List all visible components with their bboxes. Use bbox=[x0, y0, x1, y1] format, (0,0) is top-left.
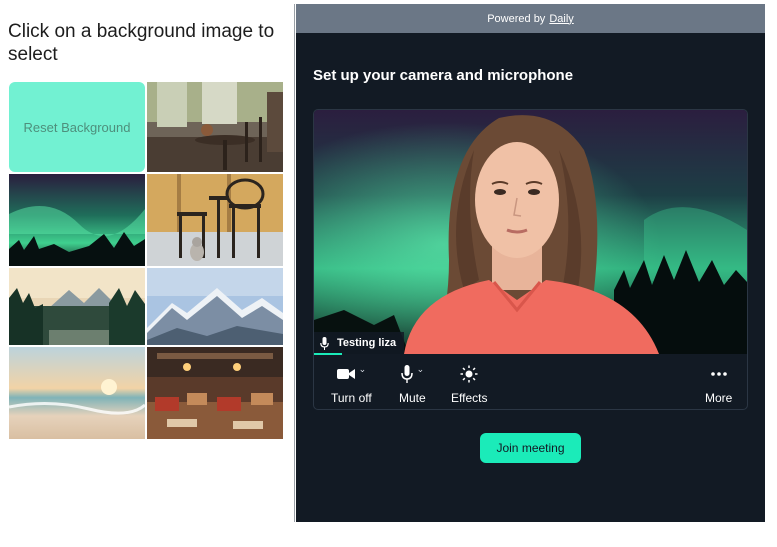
device-controls: ⌄ Turn off ⌄ Mute Effects More bbox=[314, 355, 747, 409]
mute-label: Mute bbox=[399, 391, 426, 405]
participant-name-tag: Testing liza bbox=[314, 332, 405, 354]
camera-toggle-label: Turn off bbox=[331, 391, 372, 405]
background-picker: Click on a background image to select Re… bbox=[0, 0, 292, 547]
panel-divider bbox=[294, 4, 295, 522]
microphone-icon bbox=[400, 365, 413, 383]
more-label: More bbox=[705, 391, 733, 405]
daily-prejoin-panel: Powered by Daily Set up your camera and … bbox=[296, 4, 765, 522]
microphone-icon bbox=[320, 336, 329, 350]
background-tile-mountain-lake[interactable] bbox=[9, 268, 145, 345]
background-tile-snowy-mountains[interactable] bbox=[147, 268, 283, 345]
setup-title: Set up your camera and microphone bbox=[313, 67, 574, 84]
video-preview: Testing liza bbox=[314, 110, 747, 354]
background-tile-beach-sunset[interactable] bbox=[9, 347, 145, 439]
daily-link[interactable]: Daily bbox=[549, 13, 573, 25]
sun-effects-icon bbox=[460, 365, 478, 383]
powered-by-text: Powered by bbox=[487, 12, 546, 25]
mic-chevron-down-icon[interactable]: ⌄ bbox=[417, 364, 425, 375]
powered-by-bar: Powered by Daily bbox=[296, 4, 765, 33]
join-meeting-button[interactable]: Join meeting bbox=[480, 433, 581, 463]
mute-button[interactable]: ⌄ Mute bbox=[399, 363, 426, 406]
background-tile-cafe-interior[interactable] bbox=[147, 82, 283, 172]
reset-background-label: Reset Background bbox=[23, 119, 131, 135]
background-tile-cafe-chairs-cat[interactable] bbox=[147, 174, 283, 266]
more-dots-icon bbox=[710, 372, 727, 376]
effects-button[interactable]: Effects bbox=[451, 363, 487, 405]
background-tile-restaurant-interior[interactable] bbox=[147, 347, 283, 439]
participant-name: Testing liza bbox=[337, 337, 397, 349]
effects-label: Effects bbox=[451, 391, 488, 405]
more-button[interactable]: More bbox=[705, 363, 732, 405]
video-camera-icon bbox=[336, 369, 355, 379]
camera-toggle-button[interactable]: ⌄ Turn off bbox=[331, 363, 372, 406]
camera-chevron-down-icon[interactable]: ⌄ bbox=[359, 364, 367, 375]
camera-preview-card: Testing liza ⌄ Turn off ⌄ Mute Effects M… bbox=[313, 109, 748, 410]
picker-title: Click on a background image to select bbox=[8, 21, 275, 65]
reset-background-button[interactable]: Reset Background bbox=[9, 82, 145, 172]
background-tile-aurora-forest[interactable] bbox=[9, 174, 145, 266]
